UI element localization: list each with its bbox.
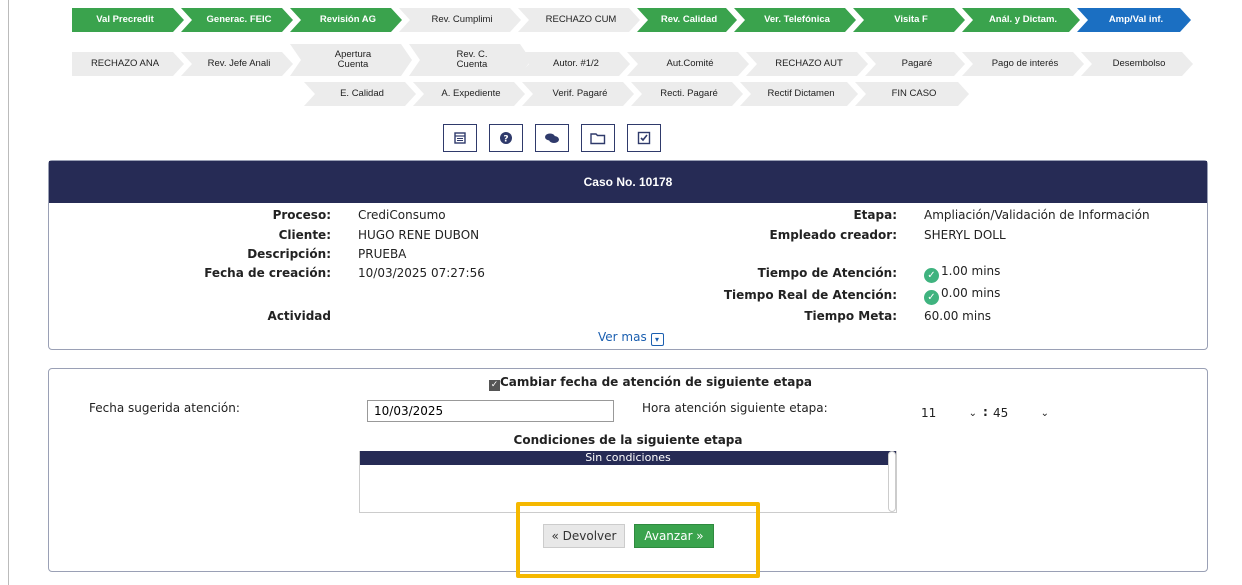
question-icon-button[interactable]: ? — [489, 124, 523, 152]
stage-rev-calidad[interactable]: Rev. Calidad — [637, 8, 737, 32]
comments-icon-button[interactable] — [535, 124, 569, 152]
stage-visita-f[interactable]: Visita F — [853, 8, 965, 32]
fecha-creacion-label: Fecha de creación: — [204, 266, 331, 280]
fecha-sugerida-label: Fecha sugerida atención: — [89, 401, 240, 415]
stage-anal-dictam[interactable]: Anál. y Dictam. — [962, 8, 1080, 32]
stage-recti-pagare[interactable]: Recti. Pagaré — [631, 82, 743, 106]
tiempo-real-text: 0.00 mins — [941, 286, 1001, 300]
folder-icon-button[interactable] — [581, 124, 615, 152]
left-border — [8, 0, 9, 585]
tiempo-meta-value: 60.00 mins — [924, 309, 992, 323]
stage-rechazo-aut[interactable]: RECHAZO AUT — [746, 52, 868, 76]
actividad-label: Actividad — [267, 309, 331, 323]
stage-e-calidad[interactable]: E. Calidad — [304, 82, 416, 106]
minute-value: 45 — [993, 406, 1009, 420]
chevron-down-icon: ⌄ — [1040, 407, 1049, 419]
stage-rev-cumplimi[interactable]: Rev. Cumplimi — [399, 8, 521, 32]
hour-value: 11 — [921, 406, 937, 420]
checklist-icon — [637, 131, 651, 145]
stage-rectif-dictamen[interactable]: Rectif Dictamen — [740, 82, 858, 106]
stage-fin-caso[interactable]: FIN CASO — [855, 82, 969, 106]
tiempo-atencion-text: 1.00 mins — [941, 264, 1001, 278]
case-panel: Caso No. 10178 Proceso: CrediConsumo Cli… — [48, 160, 1208, 350]
time-separator: : — [983, 405, 988, 419]
tiempo-real-label: Tiempo Real de Atención: — [723, 288, 897, 302]
check-circle-icon: ✓ — [924, 268, 939, 283]
fecha-creacion-value: 10/03/2025 07:27:56 — [358, 266, 485, 280]
chevron-down-icon: ▾ — [650, 333, 664, 346]
stage-rechazo-ana[interactable]: RECHAZO ANA — [72, 52, 184, 76]
folder-icon — [590, 133, 606, 145]
condiciones-scrollbar[interactable] — [888, 451, 896, 512]
stage-pago-interes[interactable]: Pago de interés — [962, 52, 1084, 76]
proceso-value: CrediConsumo — [358, 208, 446, 222]
empleado-value: SHERYL DOLL — [924, 228, 1006, 242]
stage-ver-telefonica[interactable]: Ver. Telefónica — [734, 8, 856, 32]
chevron-down-icon: ⌄ — [968, 407, 977, 419]
stage-apertura-cuenta[interactable]: Apertura Cuenta — [290, 44, 412, 76]
descripcion-value: PRUEBA — [358, 247, 407, 261]
fecha-sugerida-input[interactable] — [367, 400, 614, 422]
comments-icon — [545, 133, 559, 143]
condiciones-header: Sin condiciones — [360, 451, 896, 465]
tiempo-atencion-label: Tiempo de Atención: — [757, 266, 897, 280]
stage-a-expediente[interactable]: A. Expediente — [413, 82, 525, 106]
stage-desembolso[interactable]: Desembolso — [1081, 52, 1193, 76]
cambiar-fecha-label: Cambiar fecha de atención de siguiente e… — [500, 375, 813, 389]
cliente-label: Cliente: — [278, 228, 331, 242]
calendar-icon-button[interactable] — [443, 124, 477, 152]
descripcion-label: Descripción: — [247, 247, 331, 261]
checklist-icon-button[interactable] — [627, 124, 661, 152]
stage-revision-ag[interactable]: Revisión AG — [290, 8, 402, 32]
stage-val-precredit[interactable]: Val Precredit — [72, 8, 184, 32]
stage-rev-c-cuenta[interactable]: Rev. C. Cuenta — [409, 44, 531, 76]
ver-mas-text: Ver mas — [598, 330, 647, 344]
svg-text:?: ? — [503, 135, 508, 145]
hora-label: Hora atención siguiente etapa: — [642, 401, 828, 415]
case-title: Caso No. 10178 — [49, 161, 1207, 203]
stage-autor-1-2[interactable]: Autor. #1/2 — [518, 52, 630, 76]
highlight-box — [516, 502, 760, 578]
minute-select[interactable]: 45 ⌄ — [989, 402, 1053, 424]
empleado-label: Empleado creador: — [769, 228, 897, 242]
hour-select[interactable]: 11 ⌄ — [917, 402, 981, 424]
question-icon: ? — [500, 132, 512, 145]
stage-amp-val-inf[interactable]: Amp/Val inf. — [1077, 8, 1191, 32]
tiempo-real-value: ✓ 0.00 mins — [924, 286, 1000, 305]
check-circle-icon: ✓ — [924, 290, 939, 305]
cambiar-fecha-checkbox[interactable]: ✓ — [489, 379, 500, 391]
tiempo-meta-label: Tiempo Meta: — [804, 309, 897, 323]
condiciones-title: Condiciones de la siguiente etapa — [513, 433, 743, 447]
etapa-label: Etapa: — [853, 208, 897, 222]
tiempo-atencion-value: ✓ 1.00 mins — [924, 264, 1000, 283]
stage-aut-comite[interactable]: Aut.Comité — [627, 52, 749, 76]
stage-rechazo-cum[interactable]: RECHAZO CUM — [518, 8, 640, 32]
cliente-value: HUGO RENE DUBON — [358, 228, 480, 242]
stage-pagare[interactable]: Pagaré — [865, 52, 965, 76]
calendar-icon — [454, 132, 466, 144]
ver-mas-link[interactable]: Ver mas ▾ — [598, 330, 664, 346]
proceso-label: Proceso: — [272, 208, 331, 222]
stage-rev-jefe-anali[interactable]: Rev. Jefe Anali — [181, 52, 293, 76]
cambiar-fecha-row: ✓ Cambiar fecha de atención de siguiente … — [489, 375, 812, 391]
etapa-value: Ampliación/Validación de Información — [924, 208, 1150, 222]
stage-verif-pagare[interactable]: Verif. Pagaré — [522, 82, 634, 106]
stage-generac-feic[interactable]: Generac. FEIC — [181, 8, 293, 32]
